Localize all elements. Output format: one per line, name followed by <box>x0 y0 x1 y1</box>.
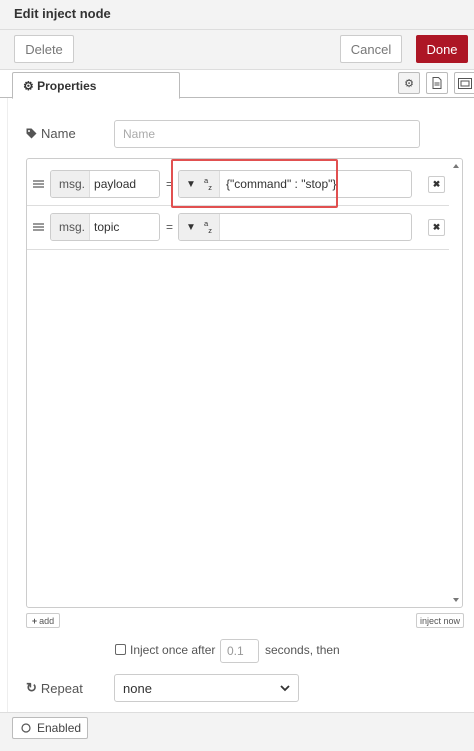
caret-down-icon: ▼ <box>186 221 196 233</box>
enabled-toggle[interactable]: Enabled <box>12 717 88 739</box>
plus-icon: + <box>31 615 38 626</box>
add-property-button[interactable]: + add <box>26 613 60 628</box>
topic-value <box>220 214 226 240</box>
name-label: Name <box>26 126 76 141</box>
drag-handle-icon[interactable] <box>33 180 44 188</box>
tab-appearance[interactable] <box>454 72 474 94</box>
topic-key-value: topic <box>94 220 120 234</box>
delete-button[interactable]: Delete <box>14 35 74 63</box>
enabled-label: Enabled <box>37 721 82 735</box>
remove-topic-button[interactable]: ✖ <box>428 219 445 236</box>
name-input[interactable]: Name <box>114 120 420 148</box>
repeat-select[interactable]: none <box>114 674 299 702</box>
scroll-up-icon[interactable] <box>450 161 462 171</box>
topic-value-field[interactable]: ▼ az <box>178 213 412 241</box>
remove-payload-button[interactable]: ✖ <box>428 176 445 193</box>
close-icon: ✖ <box>432 179 441 189</box>
document-icon <box>432 77 442 89</box>
drag-handle-icon[interactable] <box>33 223 44 231</box>
circle-icon <box>21 723 31 733</box>
msg-prefix: msg. <box>51 214 91 240</box>
name-label-text: Name <box>41 126 76 141</box>
repeat-selected-value: none <box>123 680 152 696</box>
add-property-label: add <box>39 615 55 626</box>
equals-sign: = <box>166 220 174 234</box>
resize-edge[interactable] <box>0 98 8 712</box>
payload-key-value: payload <box>94 177 137 191</box>
dialog-title: Edit inject node <box>14 6 111 21</box>
name-placeholder: Name <box>123 127 156 141</box>
topic-type-selector[interactable]: ▼ az <box>179 214 220 240</box>
done-button[interactable]: Done <box>416 35 468 63</box>
tab-description[interactable] <box>426 72 448 94</box>
chevron-down-icon <box>280 684 290 691</box>
topic-key-field[interactable]: msg. topic <box>50 213 160 241</box>
repeat-label-text: Repeat <box>40 680 83 696</box>
tab-properties[interactable]: ⚙ Properties <box>12 72 180 99</box>
payload-key-field[interactable]: msg. payload <box>50 170 160 198</box>
scroll-down-icon[interactable] <box>450 595 462 605</box>
cancel-button[interactable]: Cancel <box>340 35 402 63</box>
gear-icon: ⚙ <box>404 77 414 90</box>
seconds-label: seconds, then <box>265 643 340 657</box>
highlight-annotation <box>171 159 338 208</box>
list-scrollbar[interactable] <box>450 159 462 607</box>
inject-delay-input[interactable]: 0.1 <box>220 639 259 663</box>
tab-properties-label: Properties <box>37 79 97 93</box>
repeat-label: ↻ Repeat <box>26 680 83 696</box>
tab-node-settings[interactable]: ⚙ <box>398 72 420 94</box>
inject-once-label: Inject once after <box>130 643 216 657</box>
frame-icon <box>458 77 472 89</box>
string-type-icon: az <box>204 219 212 235</box>
inject-once-checkbox[interactable] <box>115 644 126 655</box>
tag-icon <box>26 128 37 139</box>
gear-icon: ⚙ <box>23 79 34 93</box>
inject-now-button[interactable]: inject now <box>416 613 464 628</box>
close-icon: ✖ <box>432 222 441 232</box>
repeat-icon: ↻ <box>26 680 37 695</box>
msg-prefix: msg. <box>51 171 91 197</box>
